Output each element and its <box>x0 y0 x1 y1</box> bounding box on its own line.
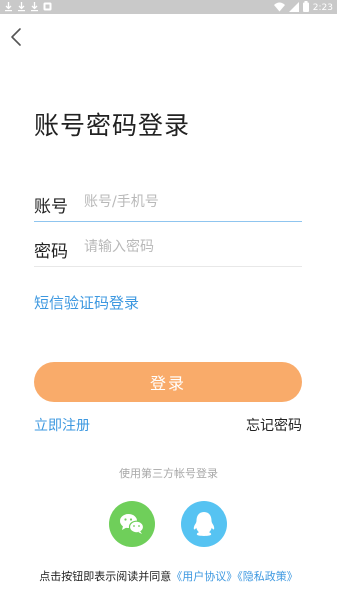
qq-login-button[interactable] <box>181 501 227 547</box>
register-link[interactable]: 立即注册 <box>34 415 90 435</box>
download-icon <box>4 1 13 12</box>
page-title: 账号密码登录 <box>34 111 191 140</box>
account-underline <box>34 221 302 222</box>
sms-login-link[interactable]: 短信验证码登录 <box>34 292 139 313</box>
password-input[interactable] <box>84 235 296 259</box>
account-input[interactable] <box>84 190 296 214</box>
status-bar-notifications <box>4 1 52 12</box>
user-agreement-link[interactable]: 《用户协议》 <box>171 570 237 583</box>
password-row: 密码 <box>34 229 302 267</box>
status-bar: 2:23 <box>0 0 337 14</box>
wifi-icon <box>273 2 285 15</box>
qq-icon <box>193 512 215 536</box>
privacy-policy-link[interactable]: 《隐私政策》 <box>237 570 298 583</box>
wechat-icon <box>120 514 145 534</box>
account-row: 账号 <box>34 184 302 222</box>
status-bar-system: 2:23 <box>273 1 333 15</box>
forgot-password-link[interactable]: 忘记密码 <box>246 415 302 435</box>
login-button[interactable]: 登录 <box>34 362 302 402</box>
notification-icon <box>43 1 52 12</box>
back-button[interactable] <box>8 26 28 48</box>
status-time: 2:23 <box>312 3 333 13</box>
cellular-icon <box>288 1 299 15</box>
agreement-prefix: 点击按钮即表示阅读并同意 <box>39 570 172 583</box>
chevron-left-icon <box>11 28 21 46</box>
download-icon <box>30 1 39 12</box>
third-party-login-label: 使用第三方帐号登录 <box>119 467 218 480</box>
wechat-login-button[interactable] <box>109 501 155 547</box>
password-underline <box>34 266 302 267</box>
battery-icon <box>302 1 309 15</box>
account-label: 账号 <box>34 197 68 217</box>
password-label: 密码 <box>34 242 68 262</box>
agreement-text: 点击按钮即表示阅读并同意《用户协议》《隐私政策》 <box>0 568 337 584</box>
download-icon <box>17 1 26 12</box>
